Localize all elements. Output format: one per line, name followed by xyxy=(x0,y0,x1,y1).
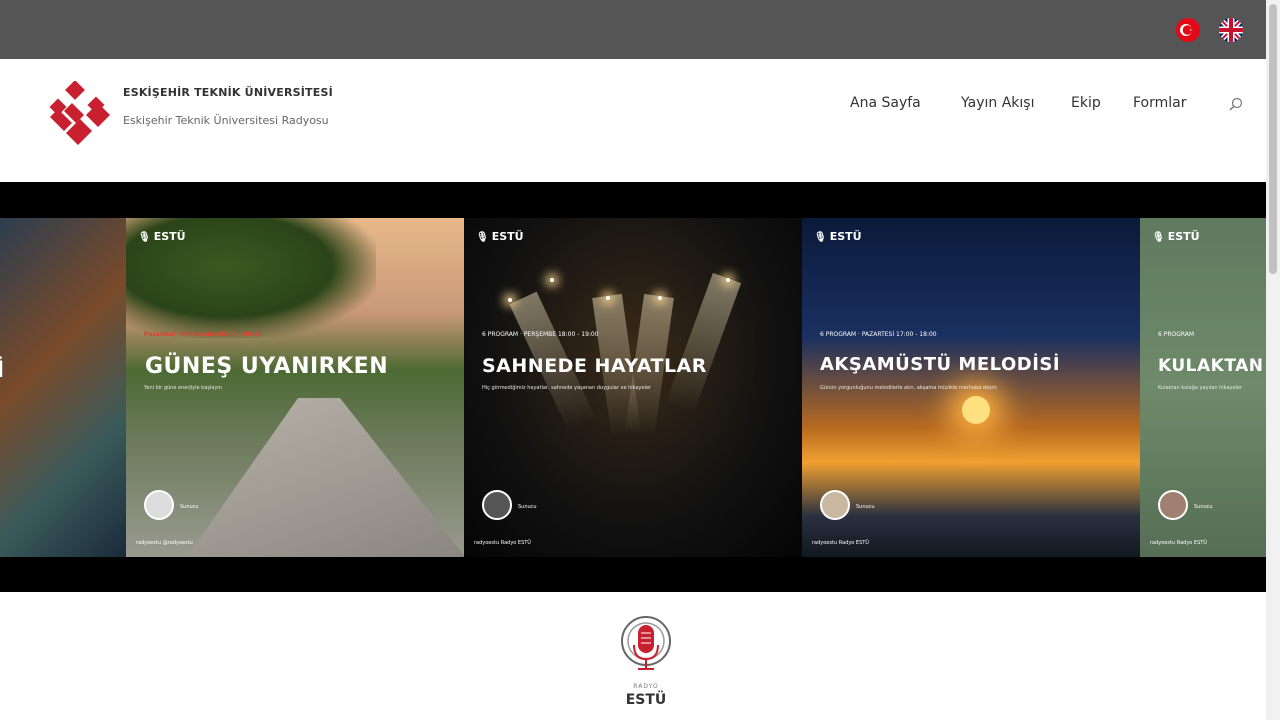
path-decoration xyxy=(186,398,464,557)
avatar xyxy=(482,490,512,520)
slide-date: Pazartesi · Perşembe 08:00 - 09:30 xyxy=(144,331,263,338)
page-scrollbar[interactable] xyxy=(1266,0,1280,720)
avatar xyxy=(1158,490,1188,520)
nav-team[interactable]: Ekip xyxy=(1071,95,1101,111)
spotlight xyxy=(658,296,662,300)
search-icon[interactable] xyxy=(1228,96,1244,112)
estu-logo-icon[interactable] xyxy=(46,80,114,149)
slide-host: Sunucu xyxy=(180,504,199,510)
slide-brand: ESTÜ xyxy=(1152,230,1200,243)
spotlight xyxy=(726,278,730,282)
avatar xyxy=(144,490,174,520)
radio-logo-small-text: RADYO xyxy=(633,683,659,690)
site-subtitle: Eskişehir Teknik Üniversitesi Radyosu xyxy=(123,114,329,127)
slide-brand: ESTÜ xyxy=(476,230,524,243)
slide-host: Sunucu xyxy=(518,504,537,510)
avatar xyxy=(820,490,850,520)
nav-schedule[interactable]: Yayın Akışı xyxy=(961,95,1034,111)
site-header: ESKİŞEHİR TEKNİK ÜNİVERSİTESİ Eskişehir … xyxy=(0,59,1266,182)
spotlight xyxy=(508,298,512,302)
site-title[interactable]: ESKİŞEHİR TEKNİK ÜNİVERSİTESİ xyxy=(123,86,333,99)
slide-title: KULAKTAN xyxy=(1158,356,1264,376)
slide-brand: ESTÜ xyxy=(814,230,862,243)
program-slider[interactable]: İ ESTÜ Pazartesi · Perşembe 08:00 - 09:3… xyxy=(0,182,1266,592)
slide-date: 6 PROGRAM xyxy=(1158,331,1195,338)
slide-title: SAHNEDE HAYATLAR xyxy=(482,355,707,377)
slide-desc: Günün yorgunluğunu melodilerle atın, akş… xyxy=(820,385,997,391)
slide-host: Sunucu xyxy=(1194,504,1213,510)
radio-logo-name: ESTÜ xyxy=(625,692,667,708)
slide-title: İ xyxy=(0,358,5,383)
slide-title: AKŞAMÜSTÜ MELODİSİ xyxy=(820,354,1061,375)
slide-host: Sunucu xyxy=(856,504,875,510)
slide-card[interactable]: ESTÜ 6 PROGRAM · PAZARTESİ 17:00 - 18:00… xyxy=(802,218,1140,557)
slide-brand: ESTÜ xyxy=(138,230,186,243)
slide-footer: radyoestu Radyo ESTÜ xyxy=(474,540,531,546)
nav-home[interactable]: Ana Sayfa xyxy=(850,95,921,111)
slide-date: 6 PROGRAM · PERŞEMBE 18:00 - 19:00 xyxy=(482,331,599,338)
slide-card[interactable]: ESTÜ 6 PROGRAM KULAKTAN Kulaktan kulağa … xyxy=(1140,218,1266,557)
light-beam xyxy=(665,272,742,415)
slide-desc: Yeni bir güne enerjiyle başlayın xyxy=(144,385,222,391)
slide-footer: radyoestu Radyo ESTÜ xyxy=(812,540,869,546)
slide-date: 6 PROGRAM · PAZARTESİ 17:00 - 18:00 xyxy=(820,331,937,338)
spotlight xyxy=(550,278,554,282)
turkey-flag-icon[interactable] xyxy=(1176,18,1200,42)
top-bar xyxy=(0,0,1266,59)
slide-desc: Kulaktan kulağa yayılan hikayeler xyxy=(1158,385,1243,391)
uk-flag-icon[interactable] xyxy=(1219,18,1243,42)
nav-forms[interactable]: Formlar xyxy=(1133,95,1187,111)
sun-decoration xyxy=(962,396,990,424)
radio-estu-logo[interactable]: RADYO ESTÜ xyxy=(578,601,714,720)
slide-desc: Hiç görmediğimiz hayatlar, sahnede yaşan… xyxy=(482,385,652,391)
slide-card[interactable]: ESTÜ Pazartesi · Perşembe 08:00 - 09:30 … xyxy=(126,218,464,557)
slide-footer: radyoestu @radyoestu xyxy=(136,540,193,546)
slide-footer: radyoestu Radyo ESTÜ xyxy=(1150,540,1207,546)
scrollbar-thumb[interactable] xyxy=(1269,4,1277,274)
slide-card[interactable]: ESTÜ 6 PROGRAM · PERŞEMBE 18:00 - 19:00 … xyxy=(464,218,802,557)
slide-card[interactable]: İ xyxy=(0,218,126,557)
microphone-icon xyxy=(621,616,671,670)
spotlight xyxy=(606,296,610,300)
slide-title: GÜNEŞ UYANIRKEN xyxy=(145,354,389,379)
